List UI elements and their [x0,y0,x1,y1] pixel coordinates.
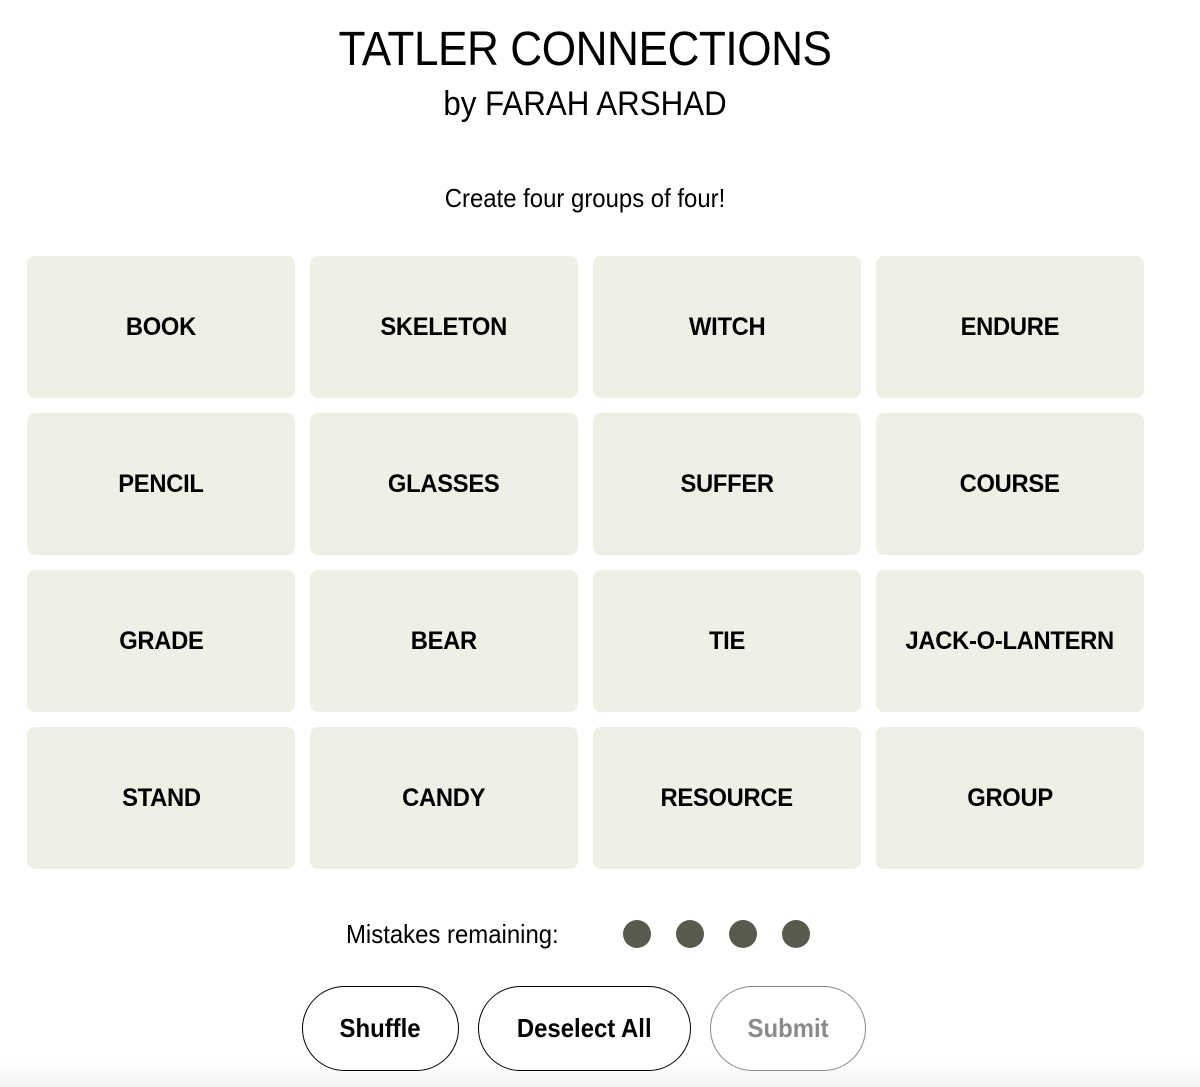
game-title: TATLER CONNECTIONS [338,23,832,76]
word-tile[interactable]: JACK-O-LANTERN [876,570,1144,712]
word-tile-label: RESOURCE [660,783,794,812]
word-grid: BOOK SKELETON WITCH ENDURE PENCIL GLASSE… [27,256,1144,869]
word-tile-label: PENCIL [118,469,204,498]
word-tile[interactable]: BEAR [310,570,578,712]
word-tile[interactable]: ENDURE [876,256,1144,398]
word-tile-label: GLASSES [388,469,500,498]
mistake-dots [623,920,810,948]
word-tile[interactable]: SUFFER [593,413,861,555]
shuffle-button[interactable]: Shuffle [302,986,459,1071]
mistakes-remaining: Mistakes remaining: [346,914,810,954]
word-tile-label: GROUP [967,783,1053,812]
instructions-text: Create four groups of four! [444,183,726,213]
word-tile[interactable]: GRADE [27,570,295,712]
deselect-all-button-label: Deselect All [517,1013,652,1043]
word-tile[interactable]: BOOK [27,256,295,398]
word-tile-label: JACK-O-LANTERN [905,626,1115,655]
word-tile-label: STAND [121,783,201,812]
word-tile[interactable]: GROUP [876,727,1144,869]
word-tile-label: COURSE [960,469,1060,498]
submit-button-label: Submit [747,1013,829,1043]
shuffle-button-label: Shuffle [339,1013,422,1043]
word-tile-label: GRADE [118,626,204,655]
mistakes-label: Mistakes remaining: [346,918,559,949]
mistake-dot [782,920,810,948]
word-tile[interactable]: CANDY [310,727,578,869]
word-tile-label: ENDURE [960,312,1060,341]
deselect-all-button[interactable]: Deselect All [478,986,691,1071]
word-tile-label: TIE [708,626,746,655]
word-tile[interactable]: GLASSES [310,413,578,555]
author-byline: by FARAH ARSHAD [443,85,727,123]
word-tile[interactable]: SKELETON [310,256,578,398]
word-tile-label: BOOK [125,312,197,341]
word-tile-label: BEAR [410,626,478,655]
mistake-dot [729,920,757,948]
word-tile[interactable]: STAND [27,727,295,869]
word-tile-label: WITCH [688,312,766,341]
submit-button[interactable]: Submit [710,986,866,1071]
word-tile[interactable]: TIE [593,570,861,712]
mistake-dot [623,920,651,948]
word-tile-label: SUFFER [680,469,774,498]
word-tile[interactable]: PENCIL [27,413,295,555]
word-tile[interactable]: WITCH [593,256,861,398]
word-tile[interactable]: RESOURCE [593,727,861,869]
word-tile-label: SKELETON [380,312,508,341]
mistake-dot [676,920,704,948]
word-tile[interactable]: COURSE [876,413,1144,555]
word-tile-label: CANDY [402,783,486,812]
action-buttons: Shuffle Deselect All Submit [302,986,866,1071]
